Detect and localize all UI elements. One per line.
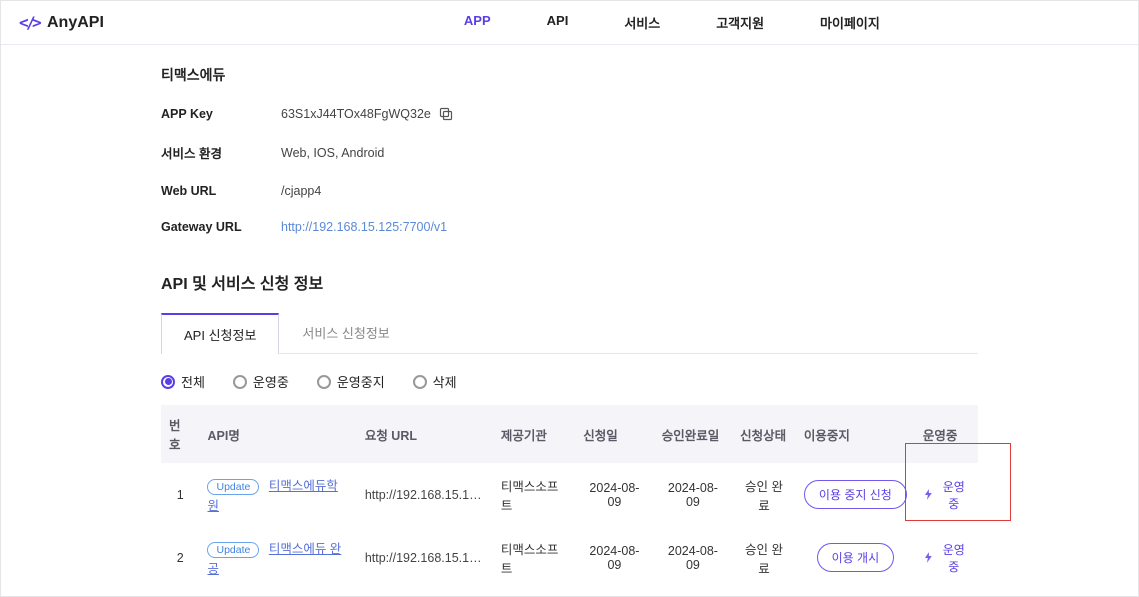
section-title: API 및 서비스 신청 정보 [161, 270, 978, 294]
op-status[interactable]: 운영중 [923, 478, 970, 512]
cell-status: 승인 완료 [732, 463, 796, 526]
logo-icon: < / > [19, 13, 41, 33]
row-service-env: 서비스 환경 Web, IOS, Android [161, 143, 978, 162]
main-nav: APP API 서비스 고객지원 마이페이지 [464, 13, 880, 32]
cell-url: http://192.168.15.125:7... [365, 488, 485, 502]
th-index: 번호 [161, 405, 199, 463]
tab-service-request[interactable]: 서비스 신청정보 [279, 312, 412, 353]
logo: < / > AnyAPI [19, 13, 104, 33]
cell-applied: 2024-08-09 [575, 463, 653, 526]
nav-mypage[interactable]: 마이페이지 [820, 13, 880, 32]
row-web-url: Web URL /cjapp4 [161, 184, 978, 198]
th-approved: 승인완료일 [654, 405, 732, 463]
update-badge: Update [207, 479, 259, 495]
filter-running-label: 운영중 [253, 372, 289, 391]
filter-stopped-label: 운영중지 [337, 372, 385, 391]
filter-stopped[interactable]: 운영중지 [317, 372, 385, 391]
th-stop: 이용중지 [796, 405, 915, 463]
op-label: 운영중 [938, 541, 970, 575]
cell-idx: 1 [161, 463, 199, 526]
nav-service[interactable]: 서비스 [624, 13, 660, 32]
top-bar: < / > AnyAPI APP API 서비스 고객지원 마이페이지 [1, 1, 1138, 45]
resume-button[interactable]: 이용 개시 [817, 543, 895, 572]
th-req-url: 요청 URL [357, 405, 493, 463]
cell-approved: 2024-08-09 [654, 463, 732, 526]
th-api-name: API명 [199, 405, 356, 463]
table-row: 1 Update 티맥스에듀학원 http://192.168.15.125:7… [161, 463, 978, 526]
label-web-url: Web URL [161, 184, 281, 198]
tab-api-request[interactable]: API 신청정보 [161, 313, 279, 354]
row-gateway-url: Gateway URL http://192.168.15.125:7700/v… [161, 220, 978, 234]
update-badge: Update [207, 542, 259, 558]
th-status: 신청상태 [732, 405, 796, 463]
cell-status: 승인 완료 [732, 526, 796, 589]
op-label: 운영중 [938, 478, 970, 512]
th-op: 운영중 [915, 405, 978, 463]
th-provider: 제공기관 [493, 405, 575, 463]
bolt-icon [923, 489, 934, 500]
th-applied: 신청일 [575, 405, 653, 463]
api-table: 번호 API명 요청 URL 제공기관 신청일 승인완료일 신청상태 이용중지 … [161, 405, 978, 589]
op-status[interactable]: 운영중 [923, 541, 970, 575]
nav-app[interactable]: APP [464, 13, 491, 32]
copy-icon[interactable] [439, 107, 453, 121]
label-gateway-url: Gateway URL [161, 220, 281, 234]
cell-applied: 2024-08-09 [575, 526, 653, 589]
nav-support[interactable]: 고객지원 [716, 13, 764, 32]
nav-api[interactable]: API [547, 13, 569, 32]
cell-approved: 2024-08-09 [654, 526, 732, 589]
app-name: 티맥스에듀 [161, 65, 978, 85]
brand-text: AnyAPI [47, 14, 104, 32]
filter-all[interactable]: 전체 [161, 372, 205, 391]
stop-button[interactable]: 이용 중지 신청 [804, 480, 907, 509]
filter-deleted-label: 삭제 [433, 372, 457, 391]
tabs: API 신청정보 서비스 신청정보 [161, 312, 978, 354]
bolt-icon [923, 552, 934, 563]
value-service-env: Web, IOS, Android [281, 146, 384, 160]
value-gateway-url[interactable]: http://192.168.15.125:7700/v1 [281, 220, 447, 234]
filter-running[interactable]: 운영중 [233, 372, 289, 391]
cell-url: http://192.168.15.125:7... [365, 551, 485, 565]
filter-deleted[interactable]: 삭제 [413, 372, 457, 391]
table-row: 2 Update 티맥스에듀 완공 http://192.168.15.125:… [161, 526, 978, 589]
cell-provider: 티맥스소프트 [493, 463, 575, 526]
svg-text:>: > [32, 13, 41, 32]
value-web-url: /cjapp4 [281, 184, 321, 198]
label-service-env: 서비스 환경 [161, 143, 281, 162]
value-app-key: 63S1xJ44TOx48FgWQ32e [281, 107, 431, 121]
filter-radios: 전체 운영중 운영중지 삭제 [161, 372, 978, 391]
label-app-key: APP Key [161, 107, 281, 121]
cell-provider: 티맥스소프트 [493, 526, 575, 589]
row-app-key: APP Key 63S1xJ44TOx48FgWQ32e [161, 107, 978, 121]
cell-idx: 2 [161, 526, 199, 589]
filter-all-label: 전체 [181, 372, 205, 391]
